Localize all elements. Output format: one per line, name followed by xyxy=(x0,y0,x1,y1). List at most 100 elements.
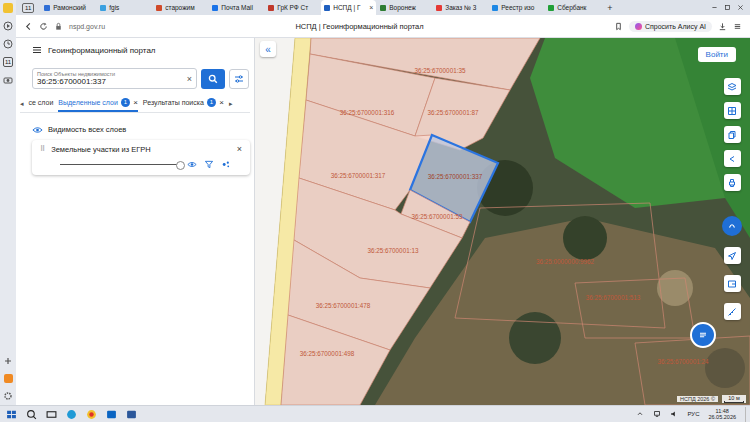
copy-tool[interactable] xyxy=(724,126,741,143)
browser-tab[interactable]: Почта Mail xyxy=(209,0,264,15)
play-icon[interactable] xyxy=(3,21,13,31)
profile-icon[interactable] xyxy=(3,3,13,13)
browser-tab[interactable]: Сбербанк xyxy=(545,0,600,15)
clock[interactable]: 11:4826.05.2026 xyxy=(708,408,736,421)
layers-icon xyxy=(727,82,737,92)
panel-tab[interactable]: Выделенные слои1× xyxy=(58,95,138,112)
task-view-icon[interactable] xyxy=(46,409,57,420)
layers-tool[interactable] xyxy=(724,78,741,95)
tabs-prev[interactable]: ◂ xyxy=(20,100,24,108)
search-value[interactable]: 36:25:6700001:337 xyxy=(37,77,187,86)
map-attribution: НСПД 2026 © xyxy=(677,396,718,402)
slider-knob[interactable] xyxy=(176,161,185,170)
assistant-tool[interactable] xyxy=(722,216,742,236)
eye-icon xyxy=(32,126,43,134)
sliders-icon xyxy=(234,74,244,84)
url-text[interactable]: nspd.gov.ru xyxy=(69,23,105,30)
browser-tab[interactable]: fgis xyxy=(97,0,152,15)
tab-label: fgis xyxy=(109,4,119,11)
reload-icon[interactable] xyxy=(39,22,48,31)
clear-button[interactable]: × xyxy=(187,74,192,84)
browser-tab[interactable]: Реестр изо xyxy=(489,0,544,15)
menu-icon[interactable] xyxy=(733,22,742,31)
layer-eye-icon[interactable] xyxy=(187,160,197,169)
parcel-label: 36:25:6700001:87 xyxy=(428,109,479,116)
map-canvas[interactable]: 36:25:6700001:3536:25:6700001:31636:25:6… xyxy=(255,38,750,405)
alice-icon xyxy=(635,23,642,30)
download-icon[interactable] xyxy=(718,22,727,31)
settings-icon[interactable] xyxy=(3,391,13,401)
tabs-next[interactable]: ▸ xyxy=(229,100,233,108)
chat-button[interactable] xyxy=(690,322,716,348)
grid-tool[interactable] xyxy=(724,102,741,119)
collapse-button[interactable]: « xyxy=(260,41,276,57)
tab-close[interactable]: × xyxy=(219,98,224,107)
outlook-icon[interactable] xyxy=(106,409,117,420)
login-button[interactable]: Войти xyxy=(698,47,736,62)
browser-tab[interactable]: Рамонский xyxy=(41,0,96,15)
map[interactable]: 36:25:6700001:3536:25:6700001:31636:25:6… xyxy=(255,38,750,405)
lock-icon[interactable] xyxy=(54,22,63,31)
search-icon[interactable] xyxy=(26,409,37,420)
layer-close[interactable]: × xyxy=(237,144,242,154)
minimize-icon[interactable] xyxy=(711,4,718,11)
filter-button[interactable] xyxy=(229,69,249,89)
tray-up-icon[interactable] xyxy=(636,410,644,418)
back-icon[interactable] xyxy=(24,22,33,31)
search-button[interactable] xyxy=(201,69,225,89)
tree-cluster xyxy=(563,216,607,260)
hamburger-icon[interactable] xyxy=(32,45,42,55)
network-icon[interactable] xyxy=(653,410,661,418)
app-icon[interactable] xyxy=(4,374,13,383)
search-field[interactable]: Поиск Объекты недвижимости36:25:6700001:… xyxy=(32,68,197,89)
notifications-button[interactable] xyxy=(745,407,750,422)
volume-icon[interactable] xyxy=(670,410,678,418)
close-icon[interactable] xyxy=(737,4,744,11)
yandex-browser-icon[interactable] xyxy=(86,409,97,420)
tab-close[interactable]: × xyxy=(369,4,373,11)
browser-tab[interactable]: НСПД | Г× xyxy=(321,0,376,15)
parcel-label: 36:25:6700001:478 xyxy=(316,302,371,309)
drag-handle[interactable]: ⠿ xyxy=(40,145,45,153)
filter-icon[interactable] xyxy=(204,160,214,169)
word-icon[interactable] xyxy=(126,409,137,420)
maximize-icon[interactable] xyxy=(724,4,731,11)
windows-start-icon[interactable] xyxy=(6,409,17,420)
panel-tool[interactable] xyxy=(724,275,741,292)
share-tool[interactable] xyxy=(724,150,741,167)
browser-tab[interactable]: Воронеж xyxy=(377,0,432,15)
camera-icon[interactable] xyxy=(3,75,13,85)
alice-button[interactable]: Спросить Алису AI xyxy=(629,21,712,32)
search-icon xyxy=(208,74,218,84)
land-parcel[interactable] xyxy=(635,336,750,405)
land-parcel[interactable] xyxy=(575,278,695,338)
left-panel: Геоинформационный порталПоиск Объекты не… xyxy=(16,38,255,405)
browser-tab[interactable]: ГрК РФ Ст xyxy=(265,0,320,15)
language-indicator[interactable]: РУС xyxy=(687,411,699,417)
calendar-button[interactable]: 11 xyxy=(3,57,13,67)
visibility-row[interactable]: Видимость всех слоев xyxy=(32,125,250,134)
style-icon[interactable] xyxy=(221,160,231,169)
bookmark-icon[interactable] xyxy=(614,22,623,31)
land-parcel[interactable] xyxy=(455,203,665,328)
land-parcel[interactable] xyxy=(281,315,390,405)
browser-tab[interactable]: старожим xyxy=(153,0,208,15)
opacity-slider[interactable] xyxy=(60,161,180,169)
locate-tool[interactable] xyxy=(724,247,741,264)
edge-icon[interactable] xyxy=(66,409,77,420)
screen: 11 11 Рамонский fgis старожимПочта Mail ГрК Р… xyxy=(0,0,750,422)
panel-tab-label: Выделенные слои xyxy=(58,99,118,106)
measure-tool[interactable] xyxy=(724,303,741,320)
tab-close[interactable]: × xyxy=(133,98,138,107)
print-tool[interactable] xyxy=(724,174,741,191)
tab-label: ГрК РФ Ст xyxy=(277,4,308,11)
panel-tab[interactable]: Результаты поиска1× xyxy=(143,95,224,112)
add-icon[interactable] xyxy=(3,356,13,366)
tab-count[interactable]: 11 xyxy=(22,3,34,13)
tab-label: Воронеж xyxy=(389,4,416,11)
browser-tab[interactable]: Заказ № 3 xyxy=(433,0,488,15)
panel-tab[interactable]: се слои xyxy=(29,95,54,112)
history-icon[interactable] xyxy=(3,39,13,49)
panel-tab-label: Результаты поиска xyxy=(143,99,204,106)
new-tab-button[interactable]: + xyxy=(601,3,618,13)
